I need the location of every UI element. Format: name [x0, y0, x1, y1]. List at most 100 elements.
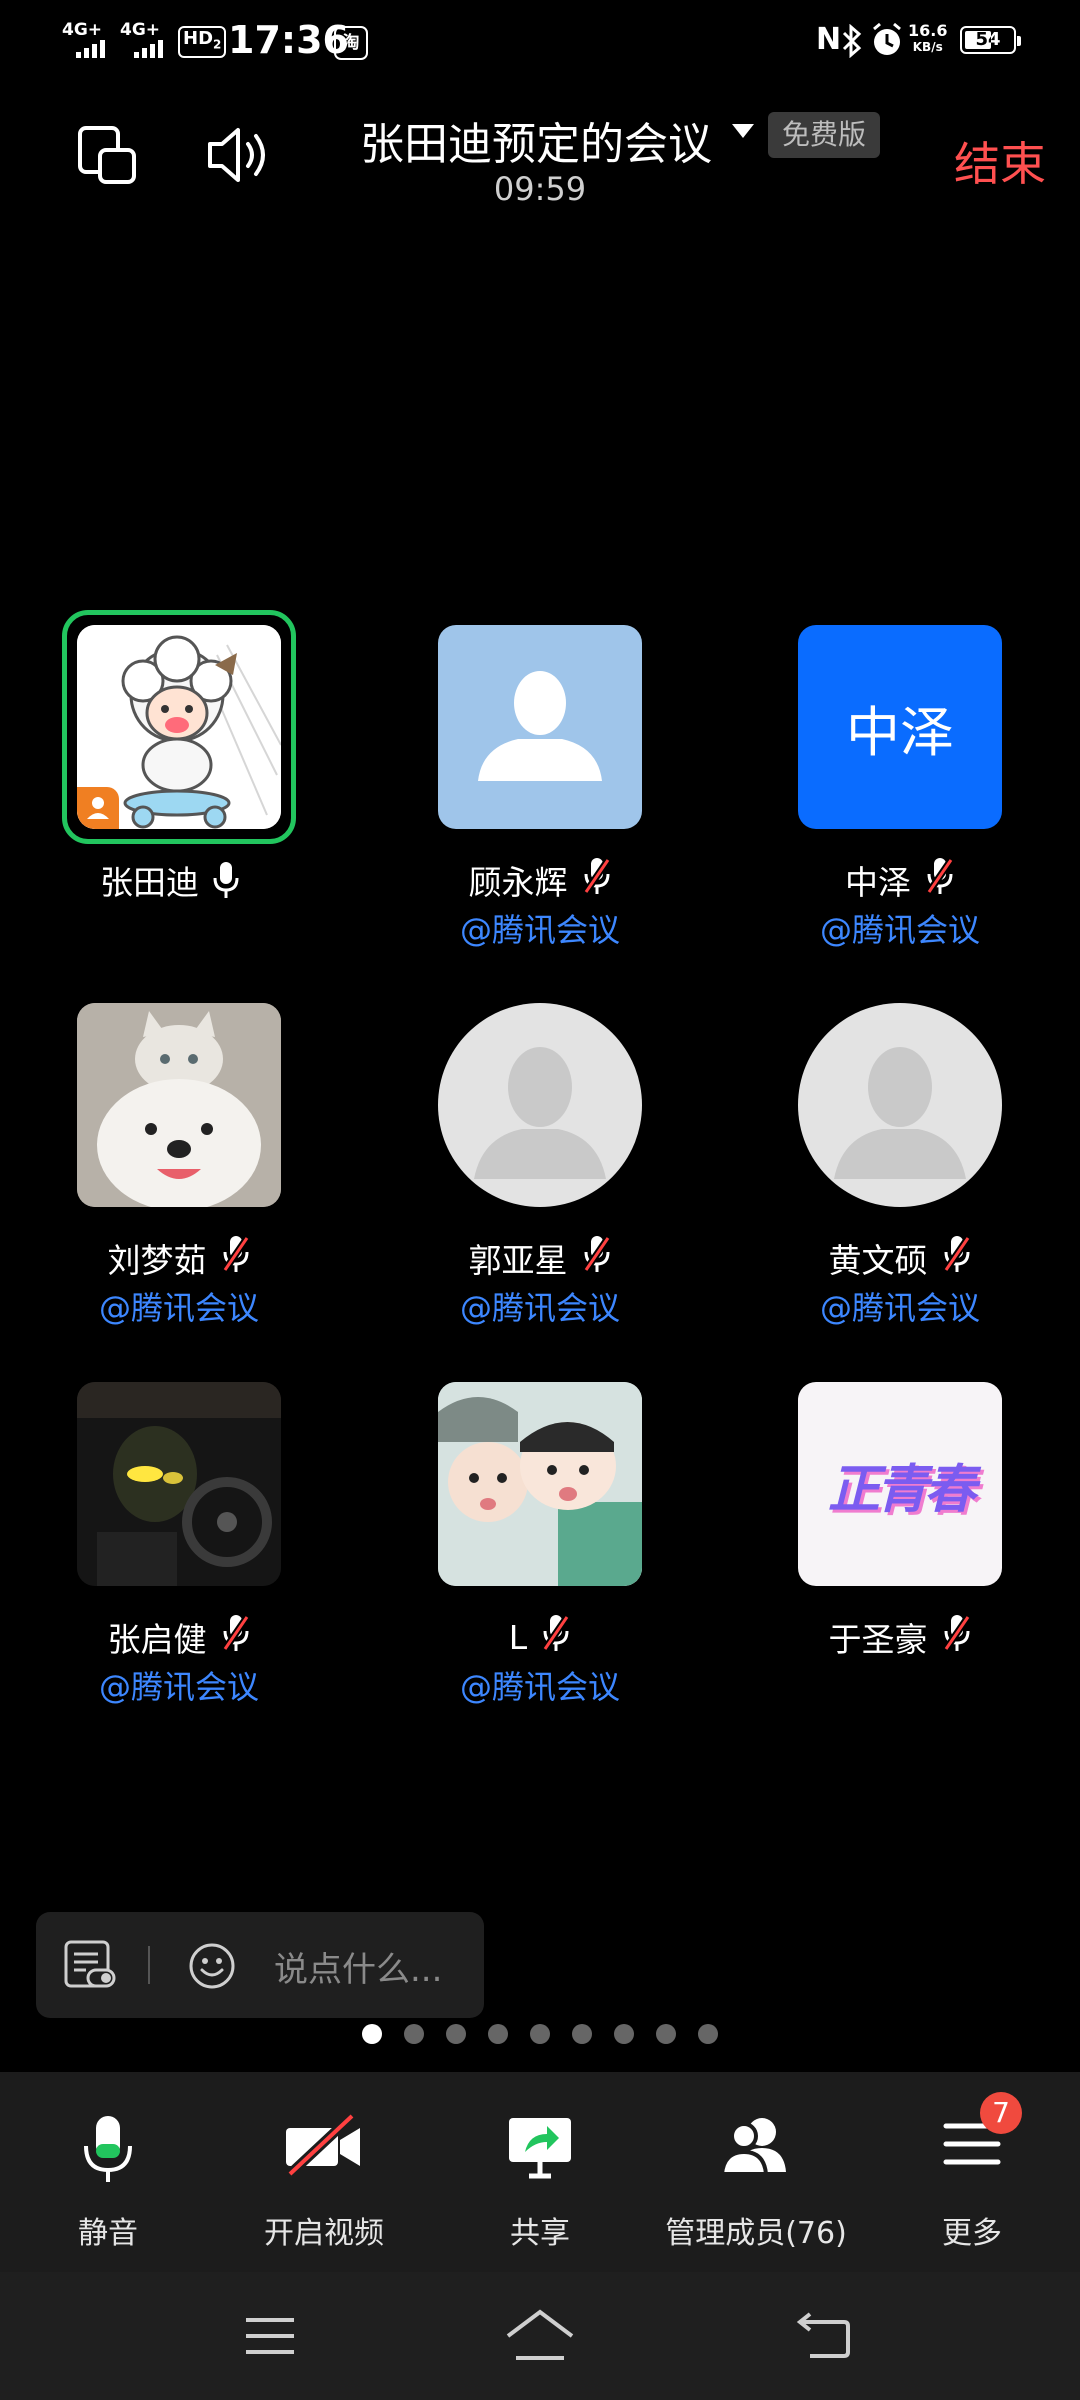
participant-source-label: @腾讯会议 — [98, 1668, 259, 1706]
participant-name: 黄文硕 — [700, 1234, 1080, 1282]
default-user-icon — [474, 1047, 606, 1179]
page-indicator — [362, 2024, 718, 2044]
avatar[interactable] — [77, 1382, 281, 1586]
mute-label: 静音 — [78, 2216, 138, 2251]
participant-name-text: 张启健 — [107, 1620, 207, 1659]
signal-2-label: 4G+ — [120, 20, 161, 40]
chat-input-placeholder[interactable]: 说点什么... — [274, 1942, 442, 1991]
participant-name-text: 刘梦茹 — [107, 1241, 207, 1280]
default-user-icon — [834, 1047, 966, 1179]
page-dot[interactable] — [530, 2024, 550, 2044]
divider — [148, 1946, 150, 1984]
taobao-notification-icon: 淘 — [334, 26, 368, 60]
nfc-icon: N — [816, 22, 842, 57]
mic-off-icon — [541, 1613, 571, 1661]
default-user-icon — [478, 671, 602, 781]
participant-source-label: @腾讯会议 — [819, 1289, 980, 1327]
signal-1-icon — [76, 40, 105, 58]
participant-source-label: @腾讯会议 — [819, 911, 980, 949]
battery-icon: 54 — [960, 26, 1021, 54]
page-dot[interactable] — [404, 2024, 424, 2044]
cat-dog-photo-icon — [77, 1003, 281, 1207]
manage-members-button[interactable]: 管理成员(76) — [648, 2072, 864, 2272]
mic-on-icon — [213, 862, 239, 898]
more-button[interactable]: 更多 — [864, 2072, 1080, 2272]
battery-level: 54 — [975, 29, 1001, 50]
bluetooth-icon — [842, 24, 862, 58]
participant-name: 于圣豪 — [700, 1613, 1080, 1661]
mic-off-icon — [221, 1613, 251, 1661]
avatar-initials: 中泽 — [846, 700, 954, 764]
participant-name: 刘梦茹 — [0, 1234, 379, 1282]
page-dot[interactable] — [362, 2024, 382, 2044]
more-label: 更多 — [942, 2216, 1002, 2251]
network-speed: 16.6 KB/s — [908, 21, 948, 54]
status-time: 17:36 — [228, 18, 349, 62]
avatar[interactable] — [438, 1382, 642, 1586]
signal-2-icon — [134, 40, 163, 58]
participant-name-text: 中泽 — [845, 863, 911, 902]
alarm-icon — [873, 22, 901, 55]
participant-name-text: 于圣豪 — [828, 1620, 928, 1659]
mic-off-icon — [925, 856, 955, 904]
back-icon[interactable] — [796, 2312, 852, 2358]
host-badge-icon — [77, 787, 119, 829]
meeting-title[interactable]: 张田迪预定的会议 — [360, 108, 712, 172]
more-notification-badge: 7 — [980, 2092, 1022, 2134]
bottom-toolbar: 静音 开启视频 共享 管理成员(76) 更多 — [0, 2072, 1080, 2272]
share-screen-icon — [509, 2118, 571, 2179]
page-dot[interactable] — [614, 2024, 634, 2044]
signal-1-label: 4G+ — [62, 20, 103, 40]
emoji-icon[interactable] — [188, 1942, 236, 1990]
page-dot[interactable] — [656, 2024, 676, 2044]
avatar[interactable]: 中泽 — [798, 625, 1002, 829]
avatar[interactable] — [798, 1003, 1002, 1207]
participant-name: L — [340, 1613, 740, 1661]
home-icon[interactable] — [504, 2308, 576, 2362]
mic-off-icon — [582, 1234, 612, 1282]
mic-off-icon — [942, 1613, 972, 1661]
page-dot[interactable] — [572, 2024, 592, 2044]
plan-badge: 免费版 — [768, 112, 881, 158]
participant-name-text: 黄文硕 — [828, 1241, 928, 1280]
participant-name: 顾永辉 — [340, 856, 740, 904]
mic-off-icon — [942, 1234, 972, 1282]
avatar[interactable] — [77, 1003, 281, 1207]
avatar[interactable] — [438, 1003, 642, 1207]
microphone-icon — [84, 2116, 132, 2182]
avatar[interactable] — [438, 625, 642, 829]
status-bar: 4G+ 4G+ HD2 17:36 淘 N 16.6 KB/s 54 — [0, 0, 1080, 84]
recents-icon[interactable] — [244, 2316, 296, 2356]
car-interior-photo-icon — [77, 1382, 281, 1586]
avatar[interactable] — [77, 625, 281, 829]
avatar[interactable]: 正青春 — [798, 1382, 1002, 1586]
participant-name: 郭亚星 — [340, 1234, 740, 1282]
chevron-down-icon[interactable] — [732, 124, 754, 138]
page-dot[interactable] — [698, 2024, 718, 2044]
participant-source-label: @腾讯会议 — [459, 1289, 620, 1327]
mic-off-icon — [582, 856, 612, 904]
avatar-calligraphy: 正青春 — [827, 1458, 976, 1520]
start-video-button[interactable]: 开启视频 — [216, 2072, 432, 2272]
mic-off-icon — [221, 1234, 251, 1282]
video-label: 开启视频 — [264, 2216, 384, 2251]
page-dot[interactable] — [446, 2024, 466, 2044]
video-off-icon — [286, 2114, 360, 2178]
participant-name: 中泽 — [700, 856, 1080, 904]
end-meeting-button[interactable]: 结束 — [954, 128, 1046, 194]
participant-source-label: @腾讯会议 — [98, 1289, 259, 1327]
kids-photo-icon — [438, 1382, 642, 1586]
share-button[interactable]: 共享 — [432, 2072, 648, 2272]
members-icon — [719, 2118, 786, 2176]
participant-source-label: @腾讯会议 — [459, 1668, 620, 1706]
page-dot[interactable] — [488, 2024, 508, 2044]
members-label: 管理成员(76) — [665, 2216, 847, 2251]
participant-name: 张启健 — [0, 1613, 379, 1661]
participant-name-text: 郭亚星 — [468, 1241, 568, 1280]
participant-source-label: @腾讯会议 — [459, 911, 620, 949]
chat-list-icon[interactable] — [64, 1940, 116, 1990]
chat-bar[interactable]: 说点什么... — [36, 1912, 484, 2018]
meeting-timer: 09:59 — [493, 170, 587, 208]
participant-name: 张田迪 — [100, 856, 239, 904]
mute-button[interactable]: 静音 — [0, 2072, 216, 2272]
